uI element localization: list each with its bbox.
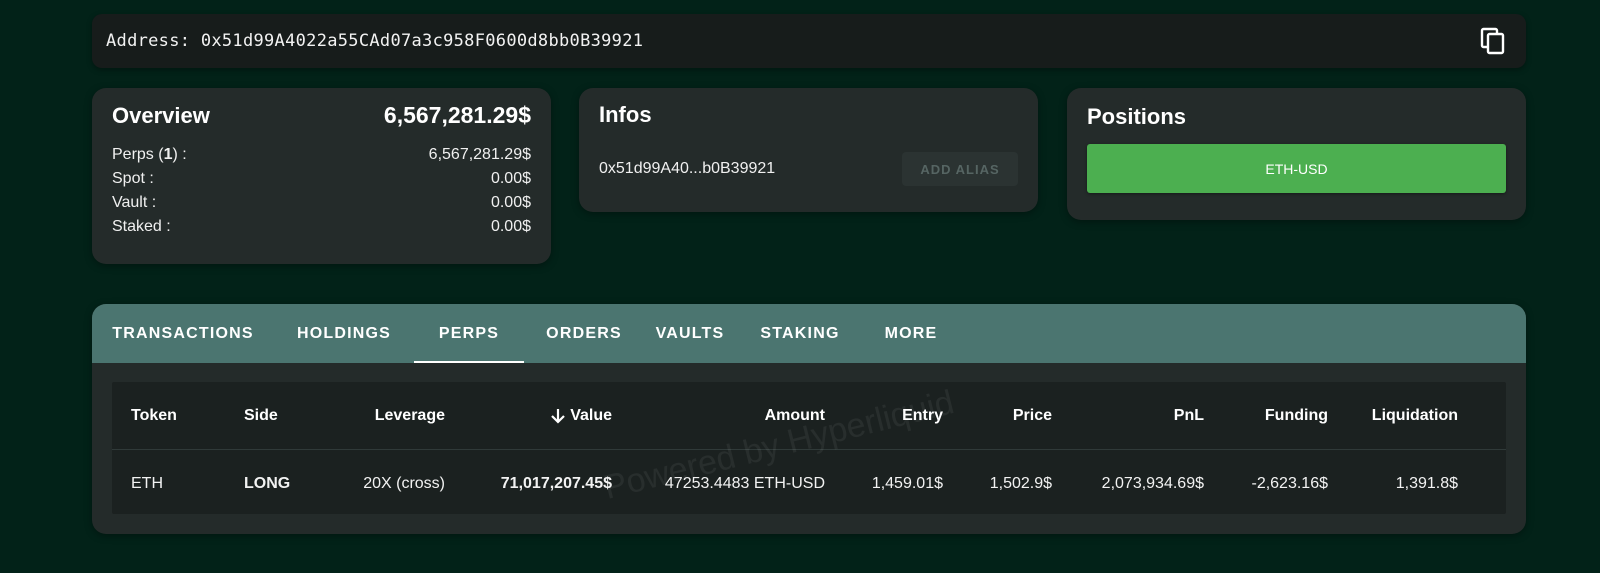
cell-leverage: 20X (cross): [363, 475, 445, 492]
header-leverage[interactable]: Leverage: [342, 382, 445, 450]
cell-pnl: 2,073,934.69$: [1101, 475, 1204, 492]
short-address: 0x51d99A40...b0B39921: [599, 160, 776, 177]
header-side[interactable]: Side: [244, 382, 278, 450]
cell-liquidation: 1,391.8$: [1395, 475, 1458, 492]
header-price[interactable]: Price: [962, 382, 1052, 450]
cell-entry: 1,459.01$: [871, 475, 943, 492]
header-amount[interactable]: Amount: [672, 382, 825, 450]
cell-amount: 47253.4483 ETH-USD: [664, 475, 825, 492]
overview-value: 0.00$: [490, 170, 531, 187]
positions-title: Positions: [1087, 104, 1187, 129]
arrow-down-icon: [550, 407, 566, 425]
header-entry[interactable]: Entry: [842, 382, 943, 450]
address-text: Address: 0x51d99A4022a55CAd07a3c958F0600…: [106, 31, 644, 51]
overview-label: Staked :: [112, 218, 171, 235]
header-value-label: Value: [570, 407, 612, 424]
overview-label: Spot :: [112, 170, 154, 187]
overview-value: 0.00$: [490, 218, 531, 235]
overview-row-spot: Spot : 0.00$: [112, 167, 531, 191]
header-liquidation[interactable]: Liquidation: [1342, 382, 1458, 450]
table-header-row: Token Side Leverage Value Amount Entry P…: [112, 382, 1506, 450]
tab-more[interactable]: MORE: [864, 304, 958, 363]
infos-title: Infos: [599, 102, 652, 127]
position-eth-usd-button[interactable]: ETH-USD: [1087, 144, 1506, 193]
cell-funding: -2,623.16$: [1251, 475, 1328, 492]
overview-row-staked: Staked : 0.00$: [112, 215, 531, 239]
tab-bar: TRANSACTIONS HOLDINGS PERPS ORDERS VAULT…: [92, 304, 1526, 363]
header-value[interactable]: Value: [492, 382, 612, 450]
overview-label: Perps (1) :: [112, 146, 187, 163]
header-token[interactable]: Token: [131, 382, 177, 450]
overview-row-vault: Vault : 0.00$: [112, 191, 531, 215]
cell-side: LONG: [244, 475, 291, 492]
tab-staking[interactable]: STAKING: [736, 304, 864, 363]
cell-token: ETH: [131, 475, 163, 492]
copy-icon[interactable]: [1478, 26, 1508, 56]
overview-value: 0.00$: [490, 194, 531, 211]
infos-card: Infos 0x51d99A40...b0B39921 ADD ALIAS: [579, 88, 1038, 212]
overview-card: Overview 6,567,281.29$ Perps (1) : 6,567…: [92, 88, 551, 264]
cell-price: 1,502.9$: [989, 475, 1052, 492]
positions-card: Positions ETH-USD: [1067, 88, 1526, 220]
address-bar: Address: 0x51d99A4022a55CAd07a3c958F0600…: [92, 14, 1526, 68]
table-row[interactable]: ETH LONG 20X (cross) 71,017,207.45$ 4725…: [112, 450, 1506, 518]
overview-value: 6,567,281.29$: [428, 146, 531, 163]
header-pnl[interactable]: PnL: [1072, 382, 1204, 450]
tab-holdings[interactable]: HOLDINGS: [274, 304, 414, 363]
tab-vaults[interactable]: VAULTS: [644, 304, 736, 363]
add-alias-button[interactable]: ADD ALIAS: [902, 152, 1018, 186]
tab-perps[interactable]: PERPS: [414, 304, 524, 363]
overview-label: Vault :: [112, 194, 157, 211]
perps-table: Token Side Leverage Value Amount Entry P…: [112, 382, 1506, 514]
overview-title: Overview: [112, 102, 210, 128]
tab-orders[interactable]: ORDERS: [524, 304, 644, 363]
overview-total: 6,567,281.29$: [383, 102, 531, 128]
header-funding[interactable]: Funding: [1222, 382, 1328, 450]
overview-row-perps: Perps (1) : 6,567,281.29$: [112, 143, 531, 167]
perps-panel: TRANSACTIONS HOLDINGS PERPS ORDERS VAULT…: [92, 304, 1526, 534]
cell-value: 71,017,207.45$: [500, 475, 612, 492]
tab-transactions[interactable]: TRANSACTIONS: [92, 304, 274, 363]
overview-rows: Perps (1) : 6,567,281.29$ Spot : 0.00$ V…: [112, 143, 531, 239]
